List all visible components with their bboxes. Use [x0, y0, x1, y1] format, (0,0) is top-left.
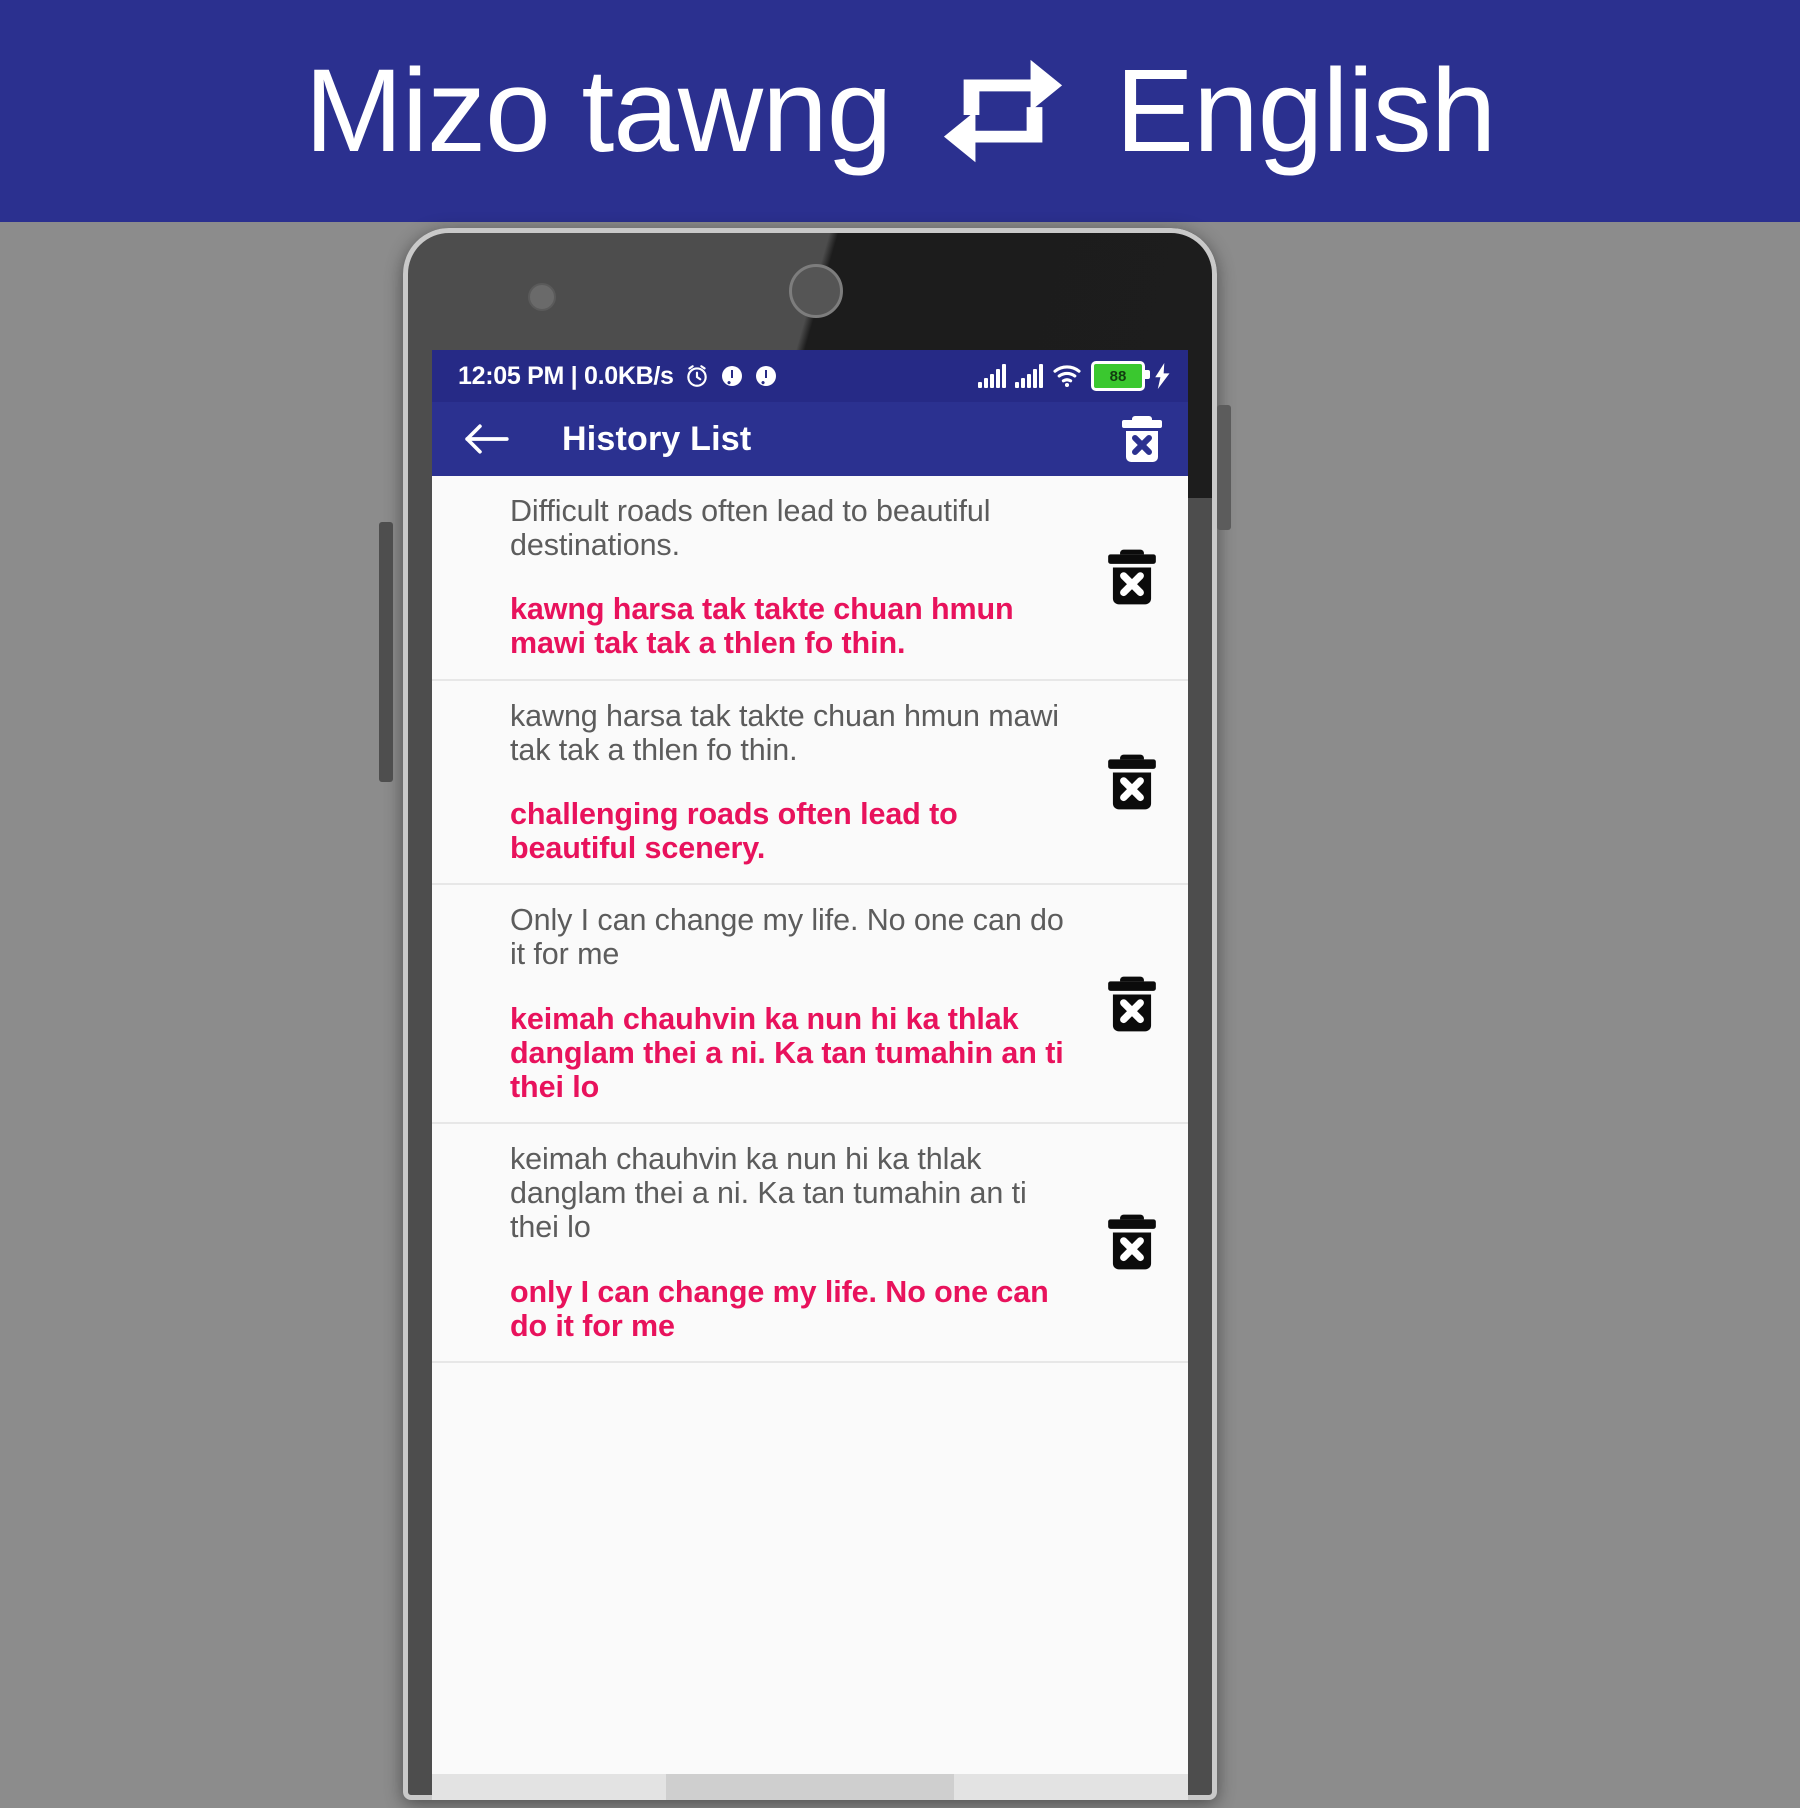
promo-target-language: English: [1115, 45, 1496, 177]
back-arrow-icon[interactable]: [464, 422, 510, 456]
signal-bars-icon-2: [1015, 364, 1043, 388]
delete-row-button[interactable]: [1084, 546, 1180, 608]
dual-sim-2-icon: [755, 366, 776, 386]
delete-all-icon[interactable]: [1118, 413, 1166, 465]
history-translation-text: keimah chauhvin ka nun hi ka thlak dangl…: [510, 1001, 1064, 1104]
status-bar-left: 12:05 PM | 0.0KB/s: [458, 362, 978, 391]
history-translation-text: only I can change my life. No one can do…: [510, 1274, 1049, 1343]
list-empty-tail: [432, 1362, 1188, 1543]
delete-row-button[interactable]: [1084, 973, 1180, 1035]
earpiece-icon: [789, 264, 843, 318]
battery-icon: 88: [1091, 361, 1150, 391]
history-translation-text: kawng harsa tak takte chuan hmun mawi ta…: [510, 592, 1014, 661]
front-camera-icon: [528, 283, 556, 311]
promo-banner: Mizo tawng English: [0, 0, 1800, 222]
history-row-texts: Only I can change my life. No one can do…: [432, 903, 1084, 1104]
app-bar: History List: [432, 402, 1188, 476]
dual-sim-1-icon: [721, 366, 742, 386]
table-row[interactable]: keimah chauhvin ka nun hi ka thlak dangl…: [432, 1124, 1188, 1363]
history-source-text: keimah chauhvin ka nun hi ka thlak dangl…: [510, 1142, 1027, 1245]
phone-screen: 12:05 PM | 0.0KB/s 88 History List Diffi…: [432, 350, 1188, 1800]
status-bar-right: 88: [978, 361, 1172, 391]
history-list[interactable]: Difficult roads often lead to beautiful …: [432, 476, 1188, 1800]
delete-icon[interactable]: [1101, 973, 1163, 1035]
history-translation-text: challenging roads often lead to beautifu…: [510, 796, 958, 866]
delete-icon[interactable]: [1101, 751, 1163, 813]
promo-banner-content: Mizo tawng English: [304, 45, 1497, 177]
delete-icon[interactable]: [1101, 1211, 1163, 1273]
status-clock-and-network-speed: 12:05 PM | 0.0KB/s: [458, 361, 674, 390]
table-row[interactable]: Only I can change my life. No one can do…: [432, 885, 1188, 1125]
promo-source-language: Mizo tawng: [304, 45, 893, 177]
power-button[interactable]: [1217, 405, 1231, 530]
status-bar: 12:05 PM | 0.0KB/s 88: [432, 350, 1188, 402]
delete-row-button[interactable]: [1084, 1211, 1180, 1273]
charging-bolt-icon: [1155, 363, 1170, 389]
alarm-clock-icon: [686, 365, 707, 387]
history-row-texts: Difficult roads often lead to beautiful …: [432, 494, 1084, 661]
delete-icon[interactable]: [1101, 546, 1163, 608]
history-source-text: Only I can change my life. No one can do…: [510, 903, 1064, 972]
history-source-text: kawng harsa tak takte chuan hmun mawi ta…: [510, 698, 1059, 767]
table-row[interactable]: Difficult roads often lead to beautiful …: [432, 476, 1188, 681]
home-indicator[interactable]: [666, 1774, 954, 1800]
repeat-swap-icon: [944, 59, 1063, 163]
volume-button[interactable]: [379, 522, 393, 782]
page-title: History List: [562, 419, 752, 458]
history-row-texts: keimah chauhvin ka nun hi ka thlak dangl…: [432, 1142, 1084, 1343]
signal-bars-icon: [978, 364, 1006, 388]
history-row-texts: kawng harsa tak takte chuan hmun mawi ta…: [432, 699, 1084, 866]
history-source-text: Difficult roads often lead to beautiful …: [510, 494, 991, 563]
delete-row-button[interactable]: [1084, 751, 1180, 813]
battery-level-label: 88: [1109, 367, 1127, 385]
wifi-icon: [1053, 365, 1081, 388]
table-row[interactable]: kawng harsa tak takte chuan hmun mawi ta…: [432, 681, 1188, 886]
